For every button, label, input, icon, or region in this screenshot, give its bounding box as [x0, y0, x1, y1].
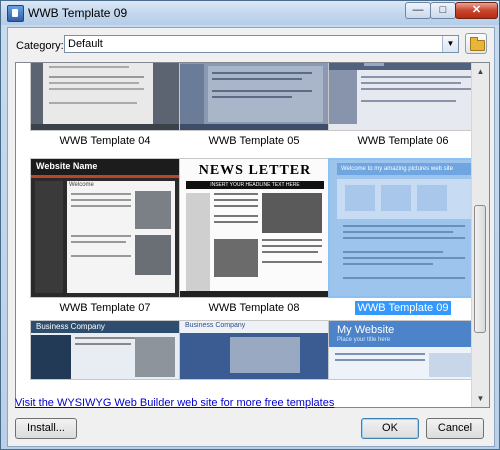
thumb-banner-text: Welcome to my amazing pictures web site: [337, 163, 471, 175]
window-title: WWB Template 09: [28, 6, 128, 20]
ok-button[interactable]: OK: [361, 418, 419, 439]
template-caption: WWB Template 04: [59, 135, 151, 147]
browse-folder-button[interactable]: [465, 33, 487, 54]
dialog-client-area: Category: Default ▼ WWB Template 04 WWB …: [7, 27, 495, 447]
template-thumbnail: NEWS LETTER INSERT YOUR HEADLINE TEXT HE…: [179, 158, 329, 298]
maximize-icon: □: [439, 4, 447, 16]
scroll-thumb[interactable]: [474, 205, 486, 333]
thumb-headline-text: INSERT YOUR HEADLINE TEXT HERE: [186, 181, 324, 189]
thumb-header-text: NEWS LETTER: [198, 163, 312, 178]
template-thumbnail: [179, 63, 329, 131]
close-button[interactable]: ✕: [455, 2, 498, 19]
chevron-down-icon[interactable]: ▼: [442, 36, 458, 52]
scroll-down-icon[interactable]: ▼: [472, 390, 489, 407]
thumb-header-text: My Website: [337, 324, 395, 336]
template-thumbnail: [30, 63, 180, 131]
minimize-button[interactable]: —: [405, 2, 431, 19]
category-label: Category:: [16, 40, 64, 52]
cancel-button[interactable]: Cancel: [426, 418, 484, 439]
thumb-sub-text: Place your title here: [337, 337, 391, 343]
template-thumbnail: Website Name Welcome: [30, 158, 180, 298]
title-bar[interactable]: WWB Template 09 — □ ✕: [1, 1, 499, 25]
more-templates-link[interactable]: Visit the WYSIWYG Web Builder web site f…: [15, 397, 334, 409]
minimize-icon: —: [412, 4, 424, 16]
template-caption: WWB Template 07: [59, 302, 151, 314]
close-icon: ✕: [471, 4, 482, 16]
template-thumbnail: Business Company: [30, 320, 180, 380]
thumb-tab-text: Welcome: [69, 182, 94, 188]
thumb-header-text: Business Company: [36, 322, 105, 331]
template-caption: WWB Template 08: [208, 302, 300, 314]
template-thumbnail: My Website Place your title here: [328, 320, 478, 380]
template-caption: WWB Template 05: [208, 135, 300, 147]
thumb-header-text: Website Name: [36, 161, 98, 171]
scroll-up-icon[interactable]: ▲: [472, 63, 489, 80]
template-caption: WWB Template 06: [357, 135, 449, 147]
install-button[interactable]: Install...: [15, 418, 77, 439]
folder-icon: [470, 37, 485, 51]
vertical-scrollbar[interactable]: ▲ ▼: [471, 63, 489, 407]
wwb-app-icon: [7, 5, 24, 22]
template-thumbnail: Welcome to my amazing pictures web site: [328, 158, 478, 298]
maximize-button[interactable]: □: [430, 2, 456, 19]
template-thumbnail: [328, 63, 478, 131]
category-dropdown[interactable]: Default ▼: [64, 35, 459, 53]
thumb-header-text: Business Company: [185, 322, 246, 329]
template-list[interactable]: WWB Template 04 WWB Template 05 WWB Temp…: [15, 62, 490, 408]
template-caption: WWB Template 09: [328, 301, 478, 315]
dialog-window: WWB Template 09 — □ ✕ Category: Default …: [0, 0, 500, 450]
template-thumbnail: Business Company: [179, 320, 329, 380]
category-selected-value: Default: [68, 38, 103, 50]
